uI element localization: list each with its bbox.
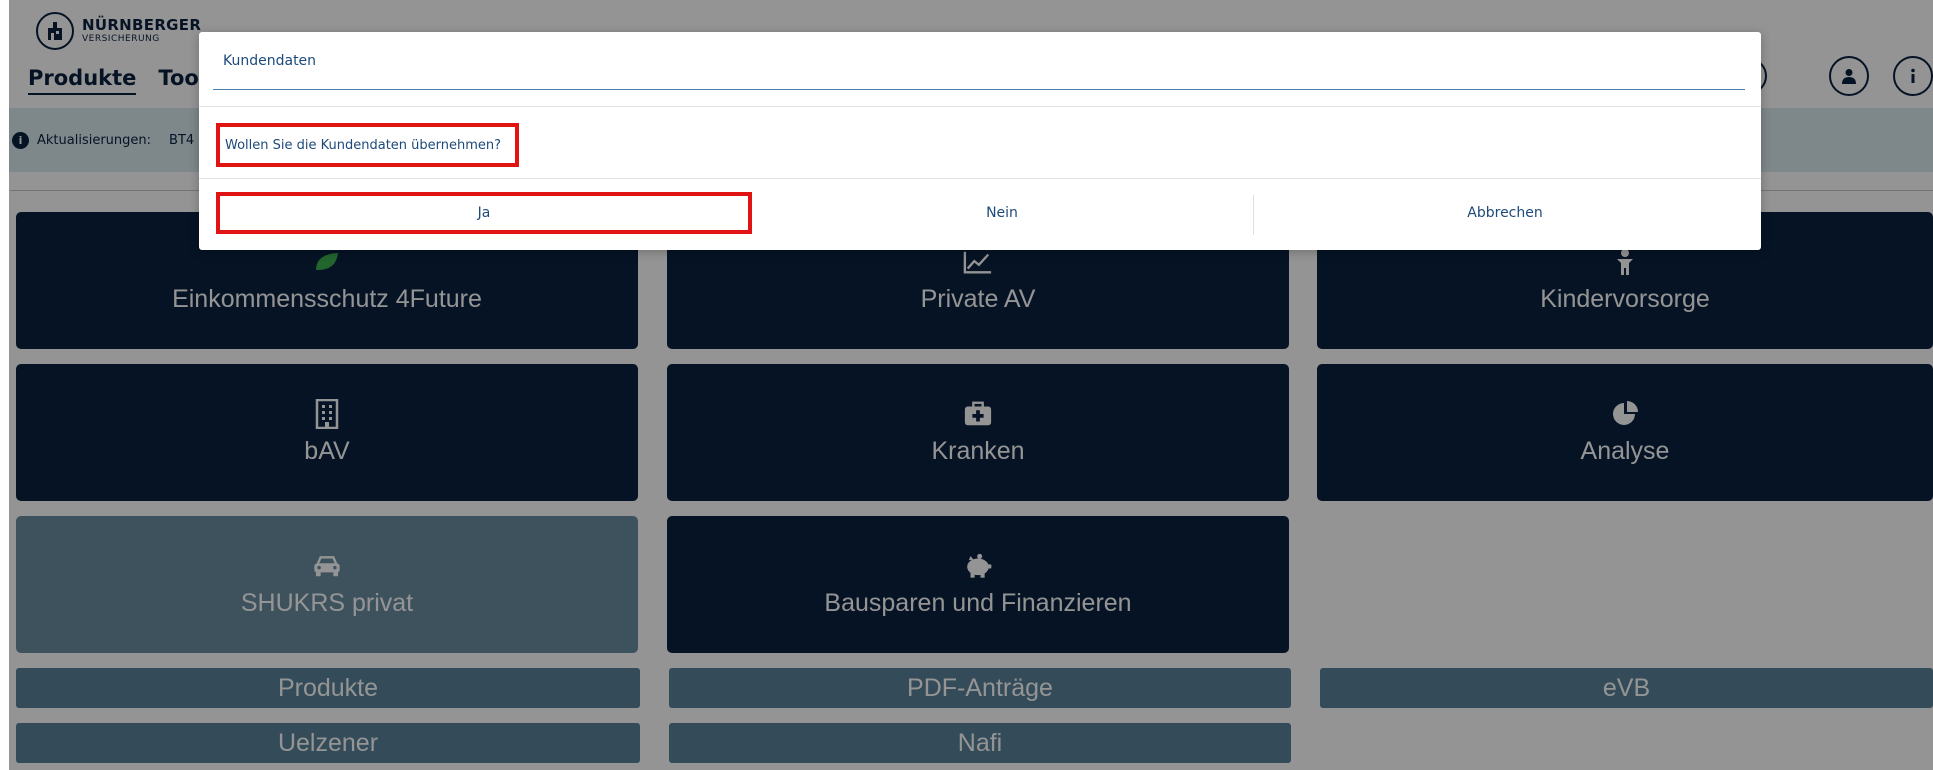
dialog-message: Wollen Sie die Kundendaten übernehmen? xyxy=(216,123,520,167)
no-button[interactable]: Nein xyxy=(752,192,1252,234)
dialog-title: Kundendaten xyxy=(213,32,1745,90)
dialog-divider xyxy=(199,106,1761,107)
cancel-button[interactable]: Abbrechen xyxy=(1255,192,1755,234)
window-edge xyxy=(0,0,9,770)
button-divider xyxy=(1253,195,1254,235)
dialog-divider xyxy=(199,178,1761,179)
customer-data-dialog: Kundendaten Wollen Sie die Kundendaten ü… xyxy=(199,32,1761,250)
yes-button[interactable]: Ja xyxy=(216,192,752,234)
